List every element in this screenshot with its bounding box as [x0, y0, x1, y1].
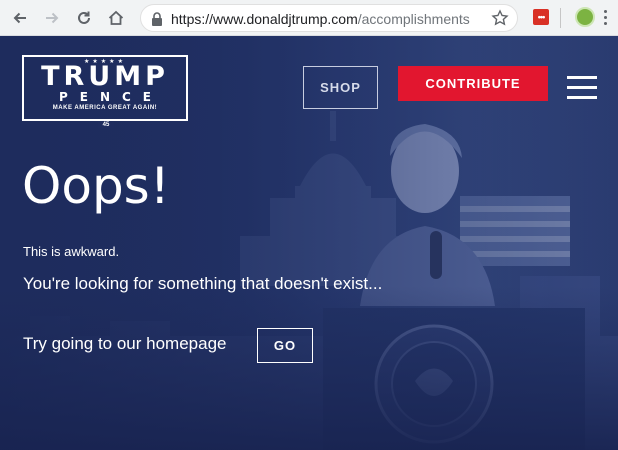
- homepage-prompt: Try going to our homepage: [23, 334, 227, 353]
- forward-button[interactable]: [40, 6, 64, 30]
- trump-pence-logo[interactable]: ★★★★★ TRUMP PENCE MAKE AMERICA GREAT AGA…: [22, 55, 188, 128]
- url-path: /accomplishments: [357, 11, 470, 27]
- go-button[interactable]: GO: [257, 328, 313, 363]
- bookmark-star-icon[interactable]: [491, 9, 509, 27]
- url-host: https://www.donaldjtrump.com: [171, 11, 358, 27]
- hero-section: ★★★★★ TRUMP PENCE MAKE AMERICA GREAT AGA…: [0, 36, 618, 450]
- home-icon: [108, 10, 124, 25]
- not-found-message: You're looking for something that doesn'…: [23, 274, 383, 293]
- logo-number: 45: [98, 122, 114, 128]
- url-text: https://www.donaldjtrump.com/accomplishm…: [171, 11, 470, 27]
- arrow-right-icon: [46, 12, 59, 24]
- extension-red-icon[interactable]: •••: [533, 9, 549, 25]
- arrow-left-icon: [13, 12, 26, 24]
- awkward-text: This is awkward.: [23, 244, 120, 259]
- hamburger-menu-icon[interactable]: [567, 76, 599, 100]
- reload-icon: [78, 11, 90, 24]
- address-bar[interactable]: https://www.donaldjtrump.com/accomplishm…: [140, 4, 518, 32]
- contribute-button[interactable]: CONTRIBUTE: [398, 66, 548, 101]
- logo-slogan: MAKE AMERICA GREAT AGAIN!: [52, 105, 158, 111]
- back-button[interactable]: [8, 6, 32, 30]
- logo-pence-text: PENCE: [58, 90, 164, 104]
- page-heading: Oops!: [22, 157, 170, 215]
- home-button[interactable]: [104, 6, 128, 30]
- shop-button[interactable]: SHOP: [303, 66, 378, 109]
- browser-menu-icon[interactable]: [604, 10, 608, 26]
- toolbar-divider: [560, 8, 561, 28]
- browser-toolbar: https://www.donaldjtrump.com/accomplishm…: [0, 0, 618, 36]
- reload-button[interactable]: [72, 6, 96, 30]
- extension-green-icon[interactable]: [575, 7, 595, 27]
- lock-icon: [152, 12, 162, 26]
- logo-trump-text: TRUMP: [41, 61, 169, 92]
